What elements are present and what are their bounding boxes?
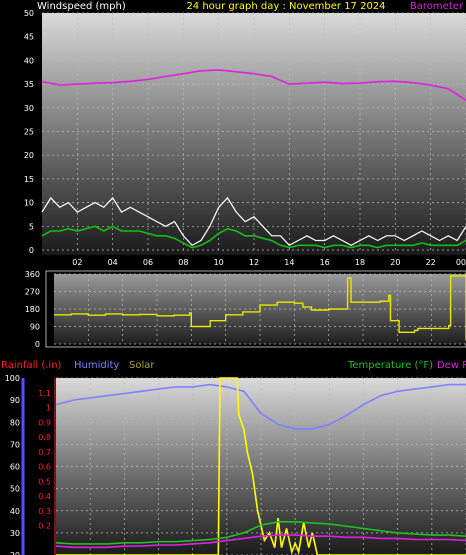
rainfall-y-tick-label: 1.1 bbox=[38, 389, 51, 398]
wind-y-tick-label: 15 bbox=[24, 175, 34, 184]
direction-y-tick-label: 90 bbox=[30, 323, 40, 332]
humidity-y-tick-label: 100 bbox=[5, 374, 20, 383]
wind-y-tick-label: 10 bbox=[24, 199, 34, 208]
humidity-y-tick-label: 80 bbox=[10, 418, 20, 427]
rainfall-y-tick-label: 0.3 bbox=[38, 507, 51, 516]
direction-y-tick-label: 0 bbox=[35, 340, 40, 349]
barometer-label: Barometer bbox=[410, 1, 464, 12]
temperature-legend: Temperature (°F) bbox=[347, 360, 433, 371]
wind-y-tick-label: 35 bbox=[24, 80, 34, 89]
humidity-y-tick-label: 70 bbox=[10, 440, 20, 449]
humidity-y-tick-label: 20 bbox=[10, 551, 20, 555]
wind-x-tick-label: 04 bbox=[108, 258, 118, 267]
rainfall-y-tick-label: 0.6 bbox=[38, 463, 51, 472]
wind-x-tick-label: 08 bbox=[178, 258, 188, 267]
direction-y-tick-label: 360 bbox=[25, 270, 40, 279]
direction-y-axis: 0 90 180 270 360 bbox=[25, 270, 40, 349]
wind-chart-title: Windspeed (mph) bbox=[37, 1, 126, 12]
humidity-y-axis: 20 30 40 50 60 70 80 90 100 bbox=[5, 374, 20, 555]
weather-graph-canvas: Windspeed (mph) 24 hour graph day : Nove… bbox=[1, 1, 466, 555]
humidity-y-tick-label: 30 bbox=[10, 529, 20, 538]
wind-x-tick-label: 16 bbox=[320, 258, 330, 267]
direction-y-tick-label: 180 bbox=[25, 305, 40, 314]
rainfall-y-tick-label: 0.8 bbox=[38, 433, 51, 442]
wind-y-tick-label: 45 bbox=[24, 33, 34, 42]
rainfall-y-tick-label: 0.7 bbox=[38, 448, 51, 457]
direction-y-tick-label: 270 bbox=[25, 288, 40, 297]
rainfall-y-tick-label: 0.2 bbox=[38, 522, 51, 531]
wind-y-tick-label: 50 bbox=[24, 9, 34, 18]
humidity-y-tick-label: 50 bbox=[10, 485, 20, 494]
wind-y-axis: 0 5 10 15 20 25 30 35 40 45 50 bbox=[24, 9, 34, 255]
wind-y-tick-label: 20 bbox=[24, 151, 34, 160]
wind-x-tick-label: 10 bbox=[214, 258, 224, 267]
wind-y-tick-label: 30 bbox=[24, 104, 34, 113]
rainfall-y-tick-label: 0.5 bbox=[38, 477, 51, 486]
rainfall-y-tick-label: 0.9 bbox=[38, 418, 51, 427]
wind-x-tick-label: 14 bbox=[284, 258, 294, 267]
wind-x-tick-label: 20 bbox=[390, 258, 400, 267]
wind-y-tick-label: 0 bbox=[29, 246, 34, 255]
wind-y-tick-label: 5 bbox=[29, 222, 34, 231]
rainfall-legend: Rainfall (.in) bbox=[1, 360, 62, 371]
wind-x-tick-label: 02 bbox=[72, 258, 82, 267]
wind-x-tick-label: 12 bbox=[249, 258, 259, 267]
wind-x-tick-label: 22 bbox=[426, 258, 436, 267]
humidity-legend: Humidity bbox=[74, 360, 119, 371]
wind-y-tick-label: 40 bbox=[24, 56, 34, 65]
rainfall-y-tick-label: 1 bbox=[46, 404, 51, 413]
wind-x-tick-label: 18 bbox=[355, 258, 365, 267]
date-title: 24 hour graph day : November 17 2024 bbox=[186, 1, 385, 12]
solar-legend: Solar bbox=[129, 360, 155, 371]
wind-x-tick-label: 00 bbox=[456, 258, 466, 267]
rainfall-y-axis: 0.2 0.3 0.4 0.5 0.6 0.7 0.8 0.9 1 1.1 bbox=[38, 389, 51, 531]
rainfall-y-tick-label: 0.4 bbox=[38, 492, 51, 501]
humidity-y-tick-label: 60 bbox=[10, 463, 20, 472]
wind-y-tick-label: 25 bbox=[24, 128, 34, 137]
wind-x-tick-label: 06 bbox=[143, 258, 153, 267]
dewpoint-legend: Dew P bbox=[437, 360, 466, 371]
humidity-y-tick-label: 90 bbox=[10, 396, 20, 405]
humidity-y-tick-label: 40 bbox=[10, 507, 20, 516]
wind-x-axis: 02 04 06 08 10 12 14 16 18 20 22 00 bbox=[72, 258, 466, 267]
